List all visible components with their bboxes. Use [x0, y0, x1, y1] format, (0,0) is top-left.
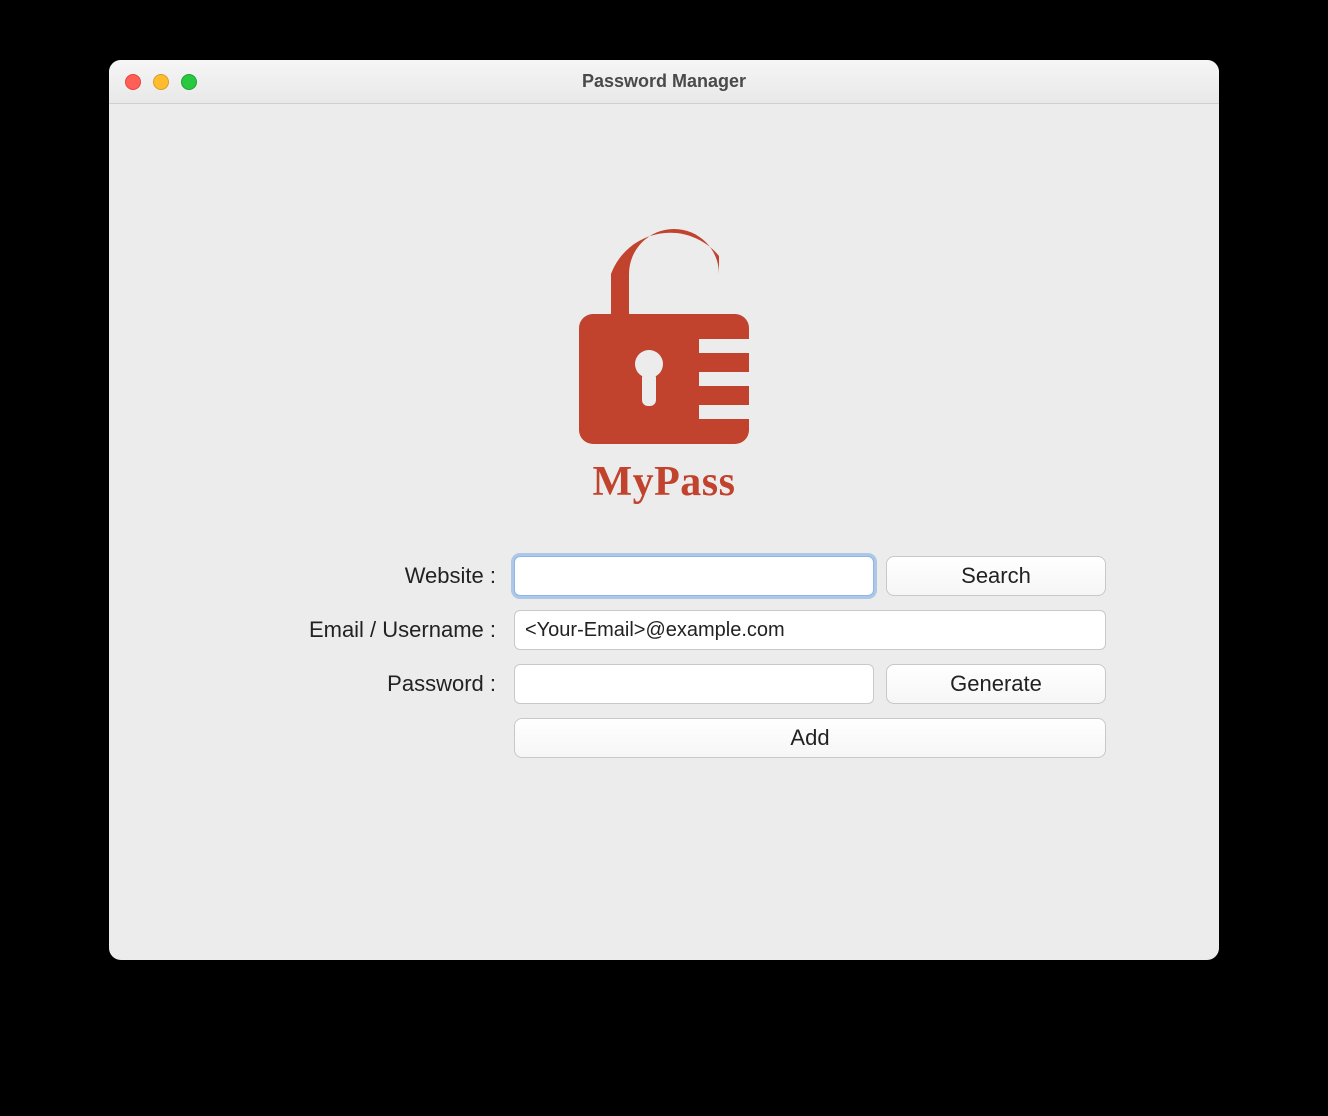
password-input[interactable] [514, 664, 874, 704]
logo-text: MyPass [593, 458, 736, 506]
app-logo: MyPass [559, 204, 769, 506]
email-input[interactable] [514, 610, 1106, 650]
add-button[interactable]: Add [514, 718, 1106, 758]
credential-form: Website : Search Email / Username : Pass… [222, 556, 1106, 758]
maximize-icon[interactable] [181, 74, 197, 90]
app-window: Password Manager MyPass [109, 60, 1219, 960]
window-title: Password Manager [109, 71, 1219, 92]
minimize-icon[interactable] [153, 74, 169, 90]
website-label: Website : [222, 563, 502, 589]
password-label: Password : [222, 671, 502, 697]
titlebar: Password Manager [109, 60, 1219, 104]
content-area: MyPass Website : Search Email / Username… [109, 104, 1219, 960]
email-label: Email / Username : [222, 617, 502, 643]
traffic-lights [125, 74, 197, 90]
close-icon[interactable] [125, 74, 141, 90]
search-button[interactable]: Search [886, 556, 1106, 596]
padlock-icon [559, 204, 769, 454]
website-input[interactable] [514, 556, 874, 596]
generate-button[interactable]: Generate [886, 664, 1106, 704]
